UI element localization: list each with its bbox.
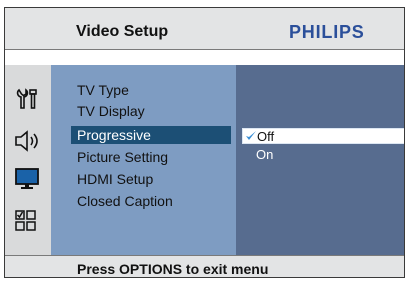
progressive-options-panel: Off On: [236, 65, 404, 255]
option-label: On: [256, 147, 274, 162]
option-label: Off: [257, 129, 275, 144]
brand-logo: PHILIPS: [289, 22, 365, 42]
menu-item-closed-caption[interactable]: Closed Caption: [71, 192, 173, 210]
option-off[interactable]: Off: [242, 128, 404, 144]
header-bar: Video Setup PHILIPS: [5, 8, 404, 50]
audio-setup-icon[interactable]: [13, 129, 43, 153]
menu-item-progressive[interactable]: Progressive: [71, 126, 231, 144]
general-setup-icon[interactable]: [13, 87, 43, 111]
footer-hint: Press OPTIONS to exit menu: [77, 261, 269, 277]
menu-item-hdmi-setup[interactable]: HDMI Setup: [71, 170, 153, 188]
video-setup-icon[interactable]: [13, 167, 43, 191]
menu-item-picture-setting[interactable]: Picture Setting: [71, 148, 168, 166]
video-setup-menu: TV Type TV Display Progressive Picture S…: [51, 65, 236, 255]
setup-screen: Video Setup PHILIPS TV Type TV Display P…: [4, 7, 405, 278]
checkmark-icon: [245, 130, 257, 142]
menu-item-tv-type[interactable]: TV Type: [71, 81, 129, 99]
preference-setup-icon[interactable]: [13, 209, 43, 233]
menu-item-tv-display[interactable]: TV Display: [71, 102, 145, 120]
page-title: Video Setup: [76, 23, 169, 40]
header-spacer: [5, 50, 404, 65]
footer-bar: Press OPTIONS to exit menu: [5, 255, 404, 277]
option-on[interactable]: On: [242, 147, 404, 163]
setup-category-sidebar: [5, 65, 51, 255]
